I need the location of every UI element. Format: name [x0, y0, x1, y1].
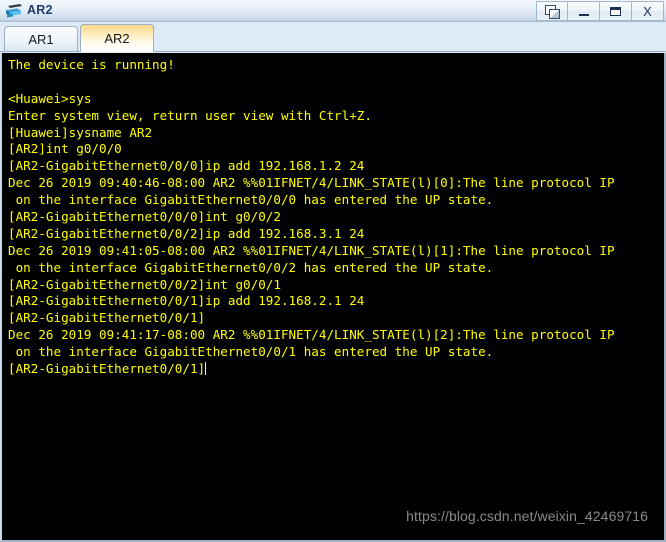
terminal-line: [Huawei]sysname AR2: [8, 124, 153, 140]
window-title: AR2: [27, 3, 53, 18]
tab-strip: AR1 AR2: [0, 22, 666, 52]
terminal-line: [AR2-GigabitEthernet0/0/0]ip add 192.168…: [8, 158, 365, 174]
minimize-button[interactable]: [568, 1, 600, 21]
terminal-line: [AR2-GigabitEthernet0/0/1]ip add 192.168…: [8, 293, 365, 309]
terminal-line: The device is running!: [8, 57, 175, 72]
minimize-icon: [578, 13, 589, 16]
terminal-line: <Huawei>sys: [8, 90, 92, 106]
application-window: AR2 X AR1 AR2 The device is running! <Hu…: [0, 0, 666, 542]
restore-icon: [545, 4, 560, 19]
terminal-line: [AR2-GigabitEthernet0/0/0]int g0/0/2: [8, 209, 281, 225]
terminal-line: on the interface GigabitEthernet0/0/1 ha…: [8, 344, 494, 360]
terminal-line: [AR2-GigabitEthernet0/0/1]: [8, 310, 206, 326]
close-icon: X: [643, 3, 652, 19]
tab-ar1[interactable]: AR1: [4, 26, 78, 51]
terminal-line: Dec 26 2019 09:41:05-08:00 AR2 %%01IFNET…: [8, 242, 615, 258]
terminal-line: Enter system view, return user view with…: [8, 107, 372, 123]
title-bar: AR2 X: [0, 0, 666, 22]
terminal-line: [AR2-GigabitEthernet0/0/2]int g0/0/1: [8, 276, 281, 292]
tab-ar2[interactable]: AR2: [80, 24, 154, 52]
terminal-panel[interactable]: The device is running! <Huawei>sys Enter …: [0, 53, 666, 542]
restore-button[interactable]: [536, 1, 568, 21]
terminal-line: on the interface GigabitEthernet0/0/2 ha…: [8, 259, 494, 275]
maximize-icon: [610, 6, 621, 16]
terminal-line: on the interface GigabitEthernet0/0/0 ha…: [8, 192, 494, 208]
terminal-output[interactable]: The device is running! <Huawei>sys Enter …: [2, 53, 664, 378]
terminal-line: [AR2-GigabitEthernet0/0/1]: [8, 361, 664, 378]
terminal-line: [AR2-GigabitEthernet0/0/2]ip add 192.168…: [8, 225, 365, 241]
terminal-line: Dec 26 2019 09:40:46-08:00 AR2 %%01IFNET…: [8, 175, 615, 191]
terminal-line: [AR2]int g0/0/0: [8, 141, 122, 157]
close-button[interactable]: X: [632, 1, 664, 21]
maximize-button[interactable]: [600, 1, 632, 21]
watermark-text: https://blog.csdn.net/weixin_42469716: [406, 508, 648, 524]
router-icon: [6, 3, 22, 17]
tab-ar2-label: AR2: [104, 31, 130, 46]
window-controls: X: [536, 1, 664, 21]
tab-ar1-label: AR1: [28, 31, 54, 47]
terminal-line: Dec 26 2019 09:41:17-08:00 AR2 %%01IFNET…: [8, 327, 615, 343]
